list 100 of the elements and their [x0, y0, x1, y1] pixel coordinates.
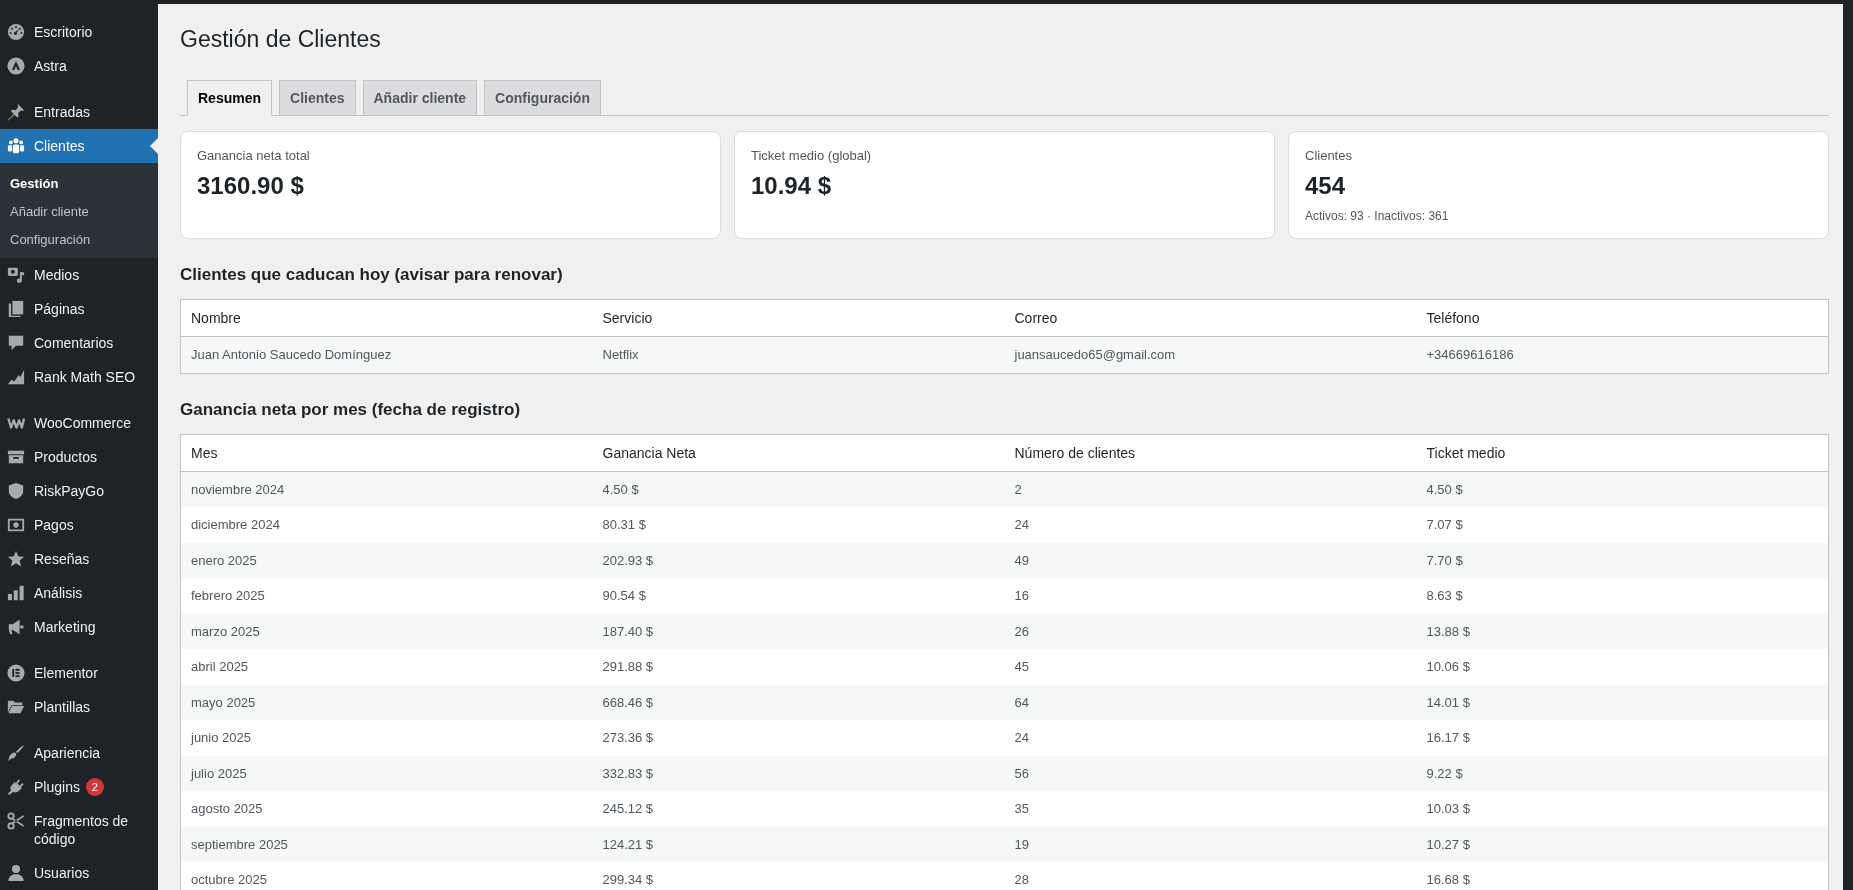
page-title: Gestión de Clientes [180, 25, 382, 54]
sidebar-item[interactable]: WooCommerce [0, 406, 158, 440]
table-cell: enero 2025 [180, 542, 593, 578]
table-cell: 45 [1004, 649, 1417, 685]
table-cell: 80.31 $ [592, 507, 1005, 543]
circle-logo-icon [7, 57, 25, 75]
scissors-icon [7, 812, 25, 830]
table-cell: 299.34 $ [592, 862, 1005, 890]
table-cell: juansaucedo65@gmail.com [1004, 336, 1417, 373]
sidebar-item[interactable]: Astra [0, 49, 158, 83]
folder-icon [7, 698, 25, 716]
brush-icon [7, 744, 25, 762]
sidebar-item[interactable]: Reseñas [0, 542, 158, 576]
table-cell: abril 2025 [180, 649, 593, 685]
sidebar-item[interactable]: Fragmentos de código [0, 804, 158, 856]
sidebar-item[interactable]: Escritorio [0, 15, 158, 49]
sidebar-item[interactable]: Productos [0, 440, 158, 474]
sidebar-item[interactable]: Medios [0, 258, 158, 292]
stat-label: Clientes [1305, 147, 1353, 165]
table-cell: 64 [1004, 684, 1417, 720]
table-cell: noviembre 2024 [180, 471, 593, 507]
sidebar-item[interactable]: Clientes [0, 129, 158, 163]
sidebar-item[interactable]: Análisis [0, 576, 158, 610]
people-icon [7, 137, 25, 155]
table-cell: 90.54 $ [592, 578, 1005, 614]
pointer-arrow-icon [150, 138, 158, 154]
sidebar-item[interactable]: Pagos [0, 508, 158, 542]
column-header: Nombre [180, 299, 593, 337]
tab[interactable]: Clientes [279, 80, 356, 116]
table-cell: 26 [1004, 613, 1417, 649]
table-cell: 28 [1004, 862, 1417, 890]
table-cell: 10.03 $ [1416, 791, 1829, 827]
submenu-item[interactable]: Añadir cliente [0, 198, 158, 226]
table-cell: 7.07 $ [1416, 507, 1829, 543]
table-cell: 19 [1004, 826, 1417, 862]
table-cell: septiembre 2025 [180, 826, 593, 862]
table-cell: 187.40 $ [592, 613, 1005, 649]
table-cell: octubre 2025 [180, 862, 593, 890]
table-cell: 291.88 $ [592, 649, 1005, 685]
table-cell: julio 2025 [180, 755, 593, 791]
tab[interactable]: Configuración [484, 80, 601, 116]
table-cell: 202.93 $ [592, 542, 1005, 578]
stat-value: 3160.90 $ [197, 171, 305, 201]
star-icon [7, 550, 25, 568]
table-cell: 10.06 $ [1416, 649, 1829, 685]
stat-value: 454 [1305, 171, 1347, 201]
submenu-item[interactable]: Gestión [0, 170, 158, 198]
megaphone-icon [7, 618, 25, 636]
table-cell: 49 [1004, 542, 1417, 578]
table-cell: +34669616186 [1416, 336, 1829, 373]
column-header: Ticket medio [1416, 434, 1829, 471]
table-cell: 124.21 $ [592, 826, 1005, 862]
table-cell: mayo 2025 [180, 684, 593, 720]
table-cell: 24 [1004, 720, 1417, 756]
sidebar-item[interactable]: Comentarios [0, 326, 158, 360]
media-icon [7, 266, 25, 284]
table-cell: 4.50 $ [1416, 471, 1829, 507]
submenu-item[interactable]: Configuración [0, 226, 158, 254]
bar-chart-icon [7, 584, 25, 602]
tab[interactable]: Añadir cliente [362, 80, 478, 116]
sidebar-item[interactable]: Plantillas [0, 690, 158, 724]
stat-label: Ganancia neta total [197, 147, 311, 165]
sidebar-item[interactable]: Apariencia [0, 736, 158, 770]
sidebar-item[interactable]: Elementor [0, 656, 158, 690]
circle-bars-icon [7, 664, 25, 682]
shield-icon [7, 482, 25, 500]
sidebar-item[interactable]: RiskPayGo [0, 474, 158, 508]
table-cell: Juan Antonio Saucedo Domínguez [180, 336, 593, 373]
count-badge: 2 [85, 778, 104, 796]
sidebar-item[interactable]: Marketing [0, 610, 158, 644]
sidebar-item[interactable]: Entradas [0, 95, 158, 129]
column-header: Teléfono [1416, 299, 1829, 337]
column-header: Mes [180, 434, 593, 471]
table-cell: 9.22 $ [1416, 755, 1829, 791]
sidebar-item[interactable]: Plugins 2 [0, 770, 158, 804]
table-cell: febrero 2025 [180, 578, 593, 614]
table-cell: 13.88 $ [1416, 613, 1829, 649]
table-cell: diciembre 2024 [180, 507, 593, 543]
column-header: Ganancia Neta [592, 434, 1005, 471]
plug-icon [7, 778, 25, 796]
pages-icon [7, 300, 25, 318]
table-cell: junio 2025 [180, 720, 593, 756]
column-header: Correo [1004, 299, 1417, 337]
column-header: Servicio [592, 299, 1005, 337]
sidebar-item[interactable]: Usuarios [0, 856, 158, 890]
table-cell: 4.50 $ [592, 471, 1005, 507]
sidebar-item[interactable]: Rank Math SEO [0, 360, 158, 394]
table-cell: 273.36 $ [592, 720, 1005, 756]
table-cell: 16.68 $ [1416, 862, 1829, 890]
table-cell: 16.17 $ [1416, 720, 1829, 756]
table-cell: 245.12 $ [592, 791, 1005, 827]
section-heading: Ganancia neta por mes (fecha de registro) [180, 398, 522, 421]
tab[interactable]: Resumen [187, 80, 273, 116]
sidebar-item[interactable]: Páginas [0, 292, 158, 326]
section-heading: Clientes que caducan hoy (avisar para renovar) [180, 264, 564, 286]
table-cell: marzo 2025 [180, 613, 593, 649]
table-cell: 332.83 $ [592, 755, 1005, 791]
table-cell: Netflix [592, 336, 1005, 373]
table-cell: 10.27 $ [1416, 826, 1829, 862]
table-cell: 16 [1004, 578, 1417, 614]
